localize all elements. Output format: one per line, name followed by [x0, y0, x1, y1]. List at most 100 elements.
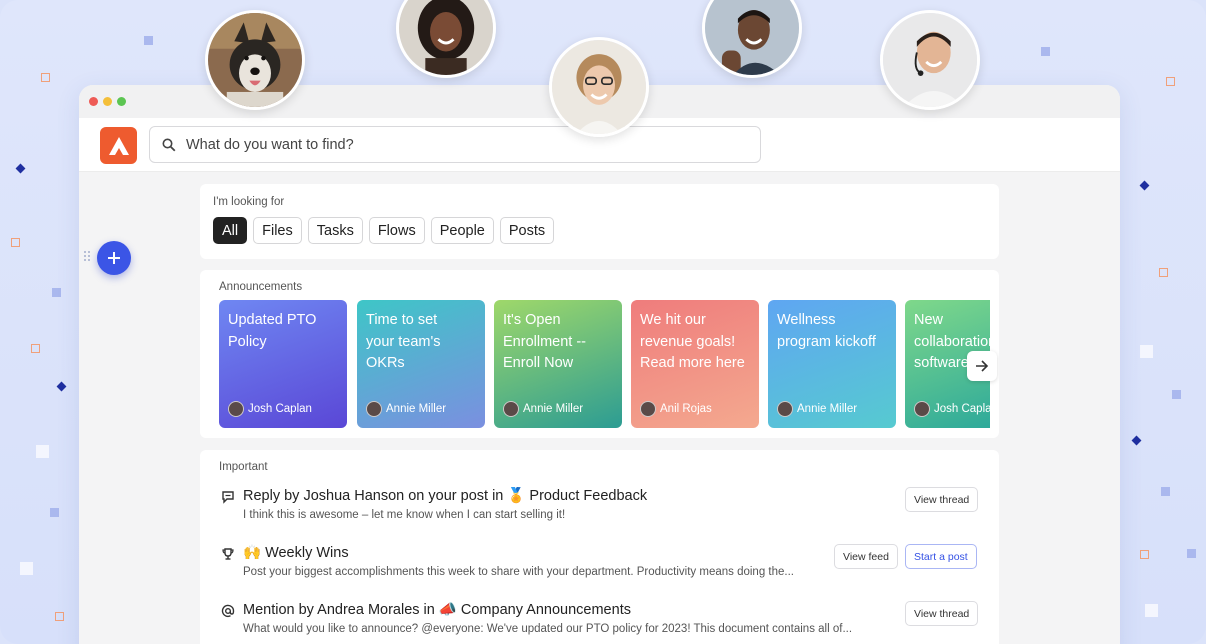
avatar-dog [205, 10, 305, 110]
author-name: Anil Rojas [660, 403, 712, 415]
confetti [36, 445, 49, 458]
announcement-title: Time to set your team's OKRs [366, 312, 441, 371]
arrow-right-icon [976, 360, 989, 372]
announcement-author: Josh Caplan [228, 401, 312, 417]
search-input[interactable] [186, 136, 746, 153]
channel-name: Product Feedback [529, 487, 648, 504]
confetti [144, 36, 153, 45]
confetti [52, 288, 61, 297]
person-photo-icon [399, 0, 493, 75]
announcement-title: We hit our revenue goals! Read more here [640, 312, 745, 371]
person-photo-icon [552, 40, 646, 134]
announcement-tile[interactable]: We hit our revenue goals! Read more here… [631, 300, 759, 428]
drag-handle[interactable] [84, 251, 92, 265]
at-mention-icon [221, 604, 235, 618]
filter-chip-all[interactable]: All [213, 217, 248, 244]
channel-emoji: 🏅 [507, 488, 526, 504]
avatar [503, 401, 519, 417]
search-icon [162, 138, 176, 151]
avatar-man-headset [880, 10, 980, 110]
announcement-carousel: Updated PTO Policy Josh Caplan Time to s… [219, 300, 990, 428]
carousel-next-button[interactable] [967, 351, 997, 381]
confetti [1140, 550, 1149, 559]
maximize-window-button[interactable] [117, 97, 126, 106]
comment-icon [222, 491, 234, 504]
person-photo-icon [883, 13, 977, 107]
announcement-title: It's Open Enrollment -- Enroll Now [503, 312, 586, 371]
author-name: Annie Miller [386, 403, 447, 415]
confetti [1041, 47, 1050, 56]
announcement-tile[interactable]: Time to set your team's OKRs Annie Mille… [357, 300, 485, 428]
confetti [31, 344, 40, 353]
logo-icon [108, 136, 129, 155]
announcement-author: Annie Miller [366, 401, 446, 417]
start-post-button[interactable]: Start a post [905, 544, 977, 569]
filter-chips: All Files Tasks Flows People Posts [213, 217, 986, 244]
author-name: Annie Miller [797, 403, 858, 415]
channel-name: Weekly Wins [265, 544, 349, 561]
minimize-window-button[interactable] [103, 97, 112, 106]
confetti [11, 238, 20, 247]
app-logo[interactable] [100, 127, 137, 164]
filter-label: I'm looking for [213, 196, 285, 208]
plus-icon [108, 252, 120, 264]
person-photo-icon [705, 0, 799, 75]
announcements-label: Announcements [219, 281, 303, 293]
item-text: Mention by Andrea Morales in [243, 601, 435, 618]
view-thread-button[interactable]: View thread [905, 601, 979, 626]
important-item-preview: Post your biggest accomplishments this w… [243, 566, 794, 578]
author-name: Josh Caplan [934, 403, 990, 415]
filter-panel: I'm looking for All Files Tasks Flows Pe… [200, 184, 999, 259]
avatar [640, 401, 656, 417]
important-item-title: Reply by Joshua Hanson on your post in 🏅… [243, 487, 648, 505]
avatar [366, 401, 382, 417]
confetti [55, 612, 64, 621]
search-box[interactable] [149, 126, 761, 163]
avatar-woman-glasses [549, 37, 649, 137]
announcements-panel: Announcements Updated PTO Policy Josh Ca… [200, 270, 999, 438]
announcement-author: Annie Miller [503, 401, 583, 417]
avatar [914, 401, 930, 417]
important-item[interactable]: Mention by Andrea Morales in 📣 Company A… [219, 601, 980, 644]
important-item[interactable]: 🙌 Weekly Wins Post your biggest accompli… [219, 544, 980, 601]
confetti [1187, 549, 1196, 558]
confetti [1161, 487, 1170, 496]
filter-chip-flows[interactable]: Flows [368, 217, 425, 244]
confetti [41, 73, 50, 82]
announcement-tile[interactable]: Wellness program kickoff Annie Miller [768, 300, 896, 428]
important-item-title: Mention by Andrea Morales in 📣 Company A… [243, 601, 631, 619]
announcement-tile[interactable]: It's Open Enrollment -- Enroll Now Annie… [494, 300, 622, 428]
filter-chip-posts[interactable]: Posts [499, 217, 555, 244]
close-window-button[interactable] [89, 97, 98, 106]
announcement-author: Annie Miller [777, 401, 857, 417]
announcement-title: Wellness program kickoff [777, 312, 876, 350]
author-name: Annie Miller [523, 403, 584, 415]
confetti [1140, 345, 1153, 358]
channel-emoji: 🙌 [243, 545, 262, 561]
important-label: Important [219, 461, 268, 473]
confetti [1145, 604, 1158, 617]
important-item-title: 🙌 Weekly Wins [243, 544, 349, 562]
confetti [50, 508, 59, 517]
announcement-author: Josh Caplan [914, 401, 990, 417]
filter-chip-tasks[interactable]: Tasks [307, 217, 363, 244]
channel-name: Company Announcements [460, 601, 631, 618]
view-feed-button[interactable]: View feed [834, 544, 898, 569]
important-item-preview: I think this is awesome – let me know wh… [243, 509, 566, 521]
author-name: Josh Caplan [248, 403, 312, 415]
important-item[interactable]: Reply by Joshua Hanson on your post in 🏅… [219, 487, 980, 544]
announcement-tile[interactable]: Updated PTO Policy Josh Caplan [219, 300, 347, 428]
confetti [1159, 268, 1168, 277]
confetti [20, 562, 33, 575]
add-button[interactable] [97, 241, 131, 275]
announcement-title: Updated PTO Policy [228, 312, 317, 350]
view-thread-button[interactable]: View thread [905, 487, 979, 512]
filter-chip-people[interactable]: People [430, 217, 494, 244]
announcement-author: Anil Rojas [640, 401, 712, 417]
confetti [1172, 390, 1181, 399]
dog-photo-icon [208, 13, 302, 107]
trophy-icon [222, 548, 234, 560]
avatar [228, 401, 244, 417]
important-panel: Important Reply by Joshua Hanson on your… [200, 450, 999, 644]
filter-chip-files[interactable]: Files [253, 217, 302, 244]
